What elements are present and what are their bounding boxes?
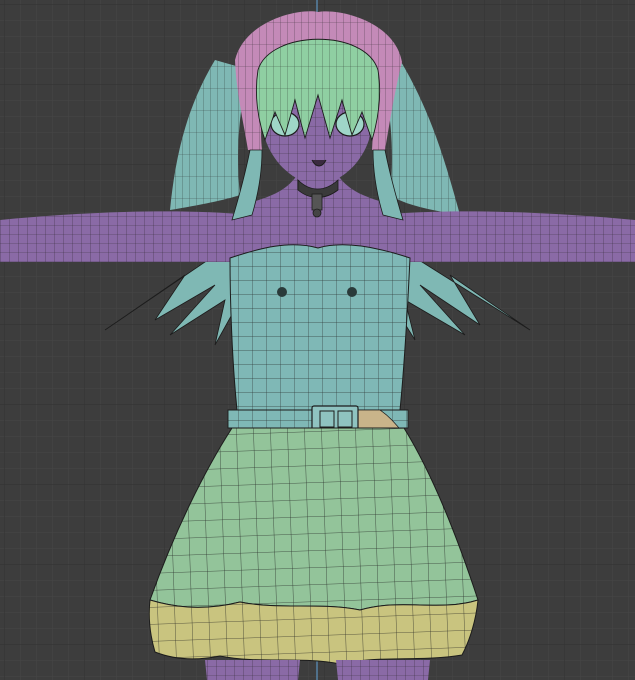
chest-detail-left [277,287,287,297]
skirt-underlayer[interactable] [148,599,479,665]
3d-viewport[interactable] [0,0,635,680]
top-garment[interactable] [229,244,411,411]
viewport-canvas[interactable] [0,0,635,680]
chest-detail-right [347,287,357,297]
